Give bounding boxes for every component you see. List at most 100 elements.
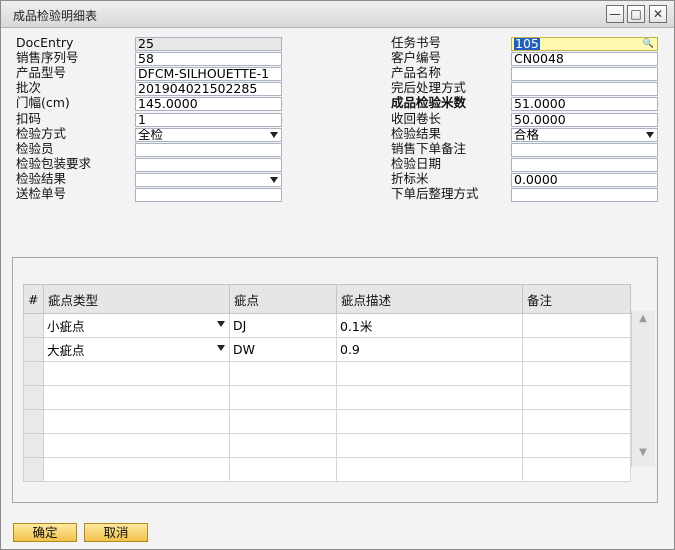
right-field-0[interactable]: 105 🔍 (511, 37, 658, 51)
left-label-5: 扣码 (16, 111, 42, 126)
left-field-10[interactable] (135, 188, 282, 202)
maximize-button[interactable]: □ (627, 5, 645, 23)
right-field-8[interactable] (511, 158, 658, 172)
col-header-defect-type[interactable]: 疵点类型 (43, 284, 230, 314)
cell-point[interactable] (229, 457, 337, 482)
cell-desc[interactable]: 0.1米 (336, 313, 523, 338)
right-label-4: 成品检验米数 (391, 95, 467, 110)
close-button[interactable]: ✕ (649, 5, 667, 23)
table-row[interactable] (23, 457, 631, 482)
left-label-2: 产品型号 (16, 65, 67, 80)
left-label-1: 销售序列号 (16, 50, 79, 65)
dialog-window: 成品检验明细表 — □ ✕ DocEntry 25 销售序列号 58 产品型号 DFCM-… (0, 0, 675, 550)
left-field-6[interactable]: 全检 (135, 128, 282, 142)
dropdown-arrow-icon[interactable] (270, 177, 278, 183)
cell-point[interactable] (229, 409, 337, 434)
right-label-7: 销售下单备注 (391, 141, 467, 156)
table-row[interactable]: 小疵点 DJ 0.1米 (23, 313, 631, 338)
cell-desc[interactable] (336, 409, 523, 434)
dropdown-arrow-icon[interactable] (217, 345, 225, 351)
cell-type[interactable]: 大疵点 (43, 337, 230, 362)
row-selector[interactable] (23, 337, 44, 362)
left-field-5[interactable]: 1 (135, 113, 282, 127)
cell-desc[interactable] (336, 385, 523, 410)
table-row[interactable] (23, 385, 631, 410)
title-bar[interactable]: 成品检验明细表 — □ ✕ (1, 1, 674, 28)
cell-note[interactable] (522, 409, 631, 434)
right-field-10[interactable] (511, 188, 658, 202)
left-value-2: DFCM-SILHOUETTE-1 (138, 67, 270, 81)
right-value-0: 105 (514, 37, 540, 51)
table-row[interactable] (23, 433, 631, 458)
right-field-2[interactable] (511, 67, 658, 81)
row-selector[interactable] (23, 457, 44, 482)
dropdown-arrow-icon[interactable] (270, 132, 278, 138)
left-label-4: 门幅(cm) (16, 95, 70, 110)
minimize-button[interactable]: — (606, 5, 624, 23)
cell-note[interactable] (522, 457, 631, 482)
cell-desc[interactable]: 0.9 (336, 337, 523, 362)
cell-point[interactable]: DJ (229, 313, 337, 338)
cell-note[interactable] (522, 433, 631, 458)
row-selector[interactable] (23, 313, 44, 338)
right-field-4[interactable]: 51.0000 (511, 97, 658, 111)
dropdown-arrow-icon[interactable] (217, 321, 225, 327)
cell-point[interactable] (229, 361, 337, 386)
row-selector[interactable] (23, 361, 44, 386)
cell-type[interactable] (43, 361, 230, 386)
dropdown-arrow-icon[interactable] (646, 132, 654, 138)
cell-note[interactable] (522, 361, 631, 386)
table-row[interactable]: 大疵点 DW 0.9 (23, 337, 631, 362)
scroll-down-icon[interactable]: ▼ (635, 447, 651, 465)
cell-note[interactable] (522, 313, 631, 338)
cell-desc[interactable] (336, 361, 523, 386)
right-label-10: 下单后整理方式 (391, 186, 479, 201)
cell-desc[interactable] (336, 457, 523, 482)
cancel-button[interactable]: 取消 (84, 523, 148, 542)
row-selector[interactable] (23, 409, 44, 434)
scroll-up-icon[interactable]: ▲ (635, 313, 651, 331)
row-selector[interactable] (23, 433, 44, 458)
table-row[interactable] (23, 361, 631, 386)
right-value-5: 50.0000 (514, 113, 566, 127)
left-label-6: 检验方式 (16, 126, 67, 141)
left-label-8: 检验包装要求 (16, 156, 92, 171)
left-field-9[interactable] (135, 173, 282, 187)
right-field-1[interactable]: CN0048 (511, 52, 658, 66)
left-field-7[interactable] (135, 143, 282, 157)
table-header-row: # 疵点类型 疵点 疵点描述 备注 (23, 284, 631, 314)
right-field-9[interactable]: 0.0000 (511, 173, 658, 187)
cell-type[interactable]: 小疵点 (43, 313, 230, 338)
cell-point[interactable] (229, 385, 337, 410)
left-field-1[interactable]: 58 (135, 52, 282, 66)
cell-desc[interactable] (336, 433, 523, 458)
row-selector[interactable] (23, 385, 44, 410)
cell-point[interactable]: DW (229, 337, 337, 362)
right-field-6[interactable]: 合格 (511, 128, 658, 142)
left-field-8[interactable] (135, 158, 282, 172)
left-field-4[interactable]: 145.0000 (135, 97, 282, 111)
right-field-3[interactable] (511, 82, 658, 96)
table-scrollbar[interactable]: ▲ ▼ (631, 311, 655, 467)
col-header-defect[interactable]: 疵点 (229, 284, 337, 314)
cell-type-text: 小疵点 (47, 319, 85, 334)
cell-type-text: 大疵点 (47, 343, 85, 358)
cell-type[interactable] (43, 409, 230, 434)
cell-note[interactable] (522, 337, 631, 362)
cell-type[interactable] (43, 385, 230, 410)
cell-point[interactable] (229, 433, 337, 458)
cell-type[interactable] (43, 433, 230, 458)
search-icon[interactable]: 🔍 (643, 38, 654, 50)
col-header-remark[interactable]: 备注 (522, 284, 631, 314)
col-header-defect-desc[interactable]: 疵点描述 (336, 284, 523, 314)
left-value-5: 1 (138, 113, 146, 127)
col-header-index[interactable]: # (23, 284, 44, 314)
left-field-3[interactable]: 201904021502285 (135, 82, 282, 96)
right-field-7[interactable] (511, 143, 658, 157)
table-row[interactable] (23, 409, 631, 434)
cell-note[interactable] (522, 385, 631, 410)
right-field-5[interactable]: 50.0000 (511, 113, 658, 127)
cell-type[interactable] (43, 457, 230, 482)
left-field-2[interactable]: DFCM-SILHOUETTE-1 (135, 67, 282, 81)
ok-button[interactable]: 确定 (13, 523, 77, 542)
